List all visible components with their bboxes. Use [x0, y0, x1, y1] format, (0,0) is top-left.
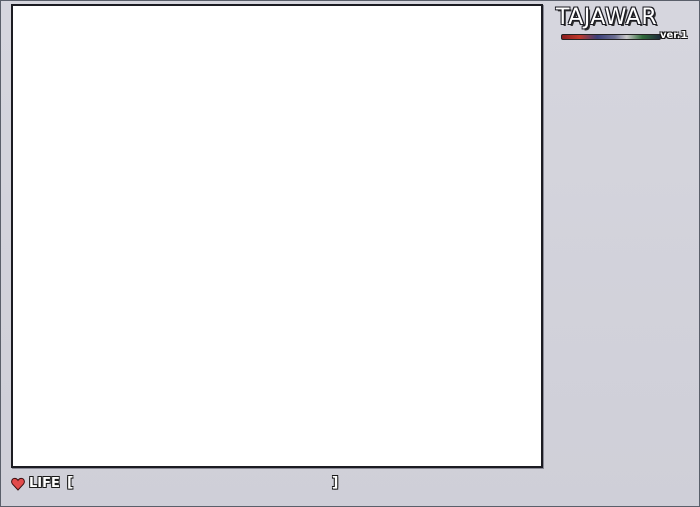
life-bracket-close: ]	[332, 475, 339, 491]
game-playfield[interactable]	[11, 4, 543, 468]
heart-icon	[11, 477, 25, 491]
game-logo: TAJAWAR ver.1	[556, 5, 691, 45]
logo-title: TAJAWAR	[556, 5, 658, 30]
logo-color-bar	[561, 34, 661, 40]
life-status: LIFE [ ]	[11, 475, 351, 497]
game-window: TAJAWAR ver.1 LIFE [ ]	[0, 0, 700, 507]
life-bracket-open: [	[67, 475, 74, 491]
logo-version: ver.1	[660, 30, 688, 41]
life-label: LIFE	[29, 476, 60, 491]
life-bar	[77, 479, 329, 491]
